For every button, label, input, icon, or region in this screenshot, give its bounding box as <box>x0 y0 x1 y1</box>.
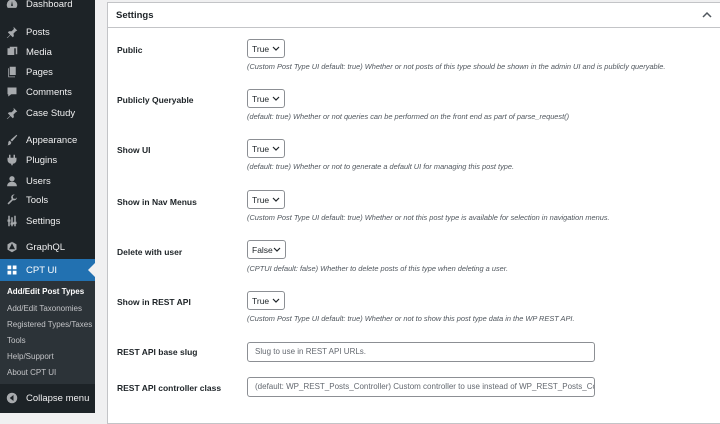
chevron-down-icon <box>272 298 280 304</box>
menu-item-label: Settings <box>26 215 61 227</box>
submenu-item-about-cpt-ui[interactable]: About CPT UI <box>7 365 56 381</box>
publicly-queryable-select-value: True <box>252 93 270 104</box>
chevron-down-icon <box>272 96 280 102</box>
show-ui-description: (default: true) Whether or not to genera… <box>247 162 515 171</box>
menu-item-label: Pages <box>26 66 53 78</box>
admin-sidebar: Dashboard Posts Media Pages Comments Cas… <box>0 0 95 413</box>
show-in-nav-menus-select-value: True <box>252 194 270 205</box>
menu-item-appearance[interactable]: Appearance <box>0 130 95 150</box>
show-ui-select[interactable]: True <box>247 139 285 158</box>
submenu-item-help-support[interactable]: Help/Support <box>7 349 54 365</box>
menu-item-label: Dashboard <box>26 0 73 10</box>
show-ui-select-value: True <box>252 143 270 154</box>
submenu-item-add-edit-taxonomies[interactable]: Add/Edit Taxonomies <box>7 301 82 317</box>
publicly-queryable-select[interactable]: True <box>247 89 285 108</box>
public-select-value: True <box>252 43 270 54</box>
cpt-ui-icon <box>5 263 19 277</box>
menu-item-dashboard[interactable]: Dashboard <box>0 0 95 14</box>
settings-sliders-icon <box>5 214 19 228</box>
show-in-rest-api-select[interactable]: True <box>247 291 285 310</box>
menu-item-cpt-ui[interactable]: CPT UI <box>0 259 95 281</box>
delete-with-user-select-value: False <box>252 244 273 255</box>
media-icon <box>5 45 19 59</box>
menu-item-graphql[interactable]: GraphQL <box>0 237 95 257</box>
users-icon <box>5 174 19 188</box>
menu-item-media[interactable]: Media <box>0 42 95 62</box>
collapse-arrow-icon <box>5 391 19 405</box>
menu-item-pages[interactable]: Pages <box>0 62 95 82</box>
dashboard-icon <box>5 0 19 11</box>
menu-item-case-study[interactable]: Case Study <box>0 103 95 123</box>
menu-item-posts[interactable]: Posts <box>0 22 95 42</box>
panel-toggle-button[interactable] <box>701 8 713 20</box>
brush-icon <box>5 133 19 147</box>
menu-item-settings[interactable]: Settings <box>0 211 95 231</box>
chevron-down-icon <box>272 46 280 52</box>
show-in-rest-api-description: (Custom Post Type UI default: true) Whet… <box>247 314 575 323</box>
pages-icon <box>5 65 19 79</box>
show-in-rest-api-select-value: True <box>252 295 270 306</box>
show-in-rest-api-label: Show in REST API <box>117 297 191 307</box>
pin-icon <box>5 25 19 39</box>
menu-item-plugins[interactable]: Plugins <box>0 150 95 170</box>
panel-header: Settings <box>108 3 720 28</box>
delete-with-user-label: Delete with user <box>117 247 183 257</box>
menu-item-comments[interactable]: Comments <box>0 82 95 102</box>
menu-item-users[interactable]: Users <box>0 171 95 191</box>
comments-icon <box>5 85 19 99</box>
public-description: (Custom Post Type UI default: true) Whet… <box>247 62 666 71</box>
graphql-icon <box>5 240 19 254</box>
collapse-menu-button[interactable]: Collapse menu <box>0 388 95 408</box>
menu-item-label: Appearance <box>26 134 78 146</box>
public-label: Public <box>117 45 143 55</box>
plugin-icon <box>5 153 19 167</box>
chevron-up-icon <box>702 11 712 18</box>
publicly-queryable-label: Publicly Queryable <box>117 95 194 105</box>
rest-api-controller-class-input[interactable]: (default: WP_REST_Posts_Controller) Cust… <box>247 377 595 397</box>
chevron-down-icon <box>272 146 280 152</box>
publicly-queryable-description: (default: true) Whether or not queries c… <box>247 112 570 121</box>
show-in-nav-menus-label: Show in Nav Menus <box>117 197 197 207</box>
menu-item-label: Posts <box>26 26 50 38</box>
collapse-menu-label: Collapse menu <box>26 392 90 404</box>
wrench-icon <box>5 193 19 207</box>
menu-item-label: Tools <box>26 194 49 206</box>
menu-item-label: Users <box>26 175 51 187</box>
rest-api-base-slug-label: REST API base slug <box>117 347 198 357</box>
delete-with-user-select[interactable]: False <box>247 240 286 259</box>
menu-item-label: CPT UI <box>26 264 57 276</box>
show-ui-label: Show UI <box>117 145 151 155</box>
current-menu-arrow <box>88 263 95 277</box>
show-in-nav-menus-description: (Custom Post Type UI default: true) Whet… <box>247 213 610 222</box>
rest-api-base-slug-input[interactable]: Slug to use in REST API URLs. <box>247 342 595 362</box>
menu-item-label: Case Study <box>26 107 76 119</box>
submenu-item-registered-types-taxes[interactable]: Registered Types/Taxes <box>7 317 92 333</box>
settings-panel: Settings Public True (Custom Post Type U… <box>107 2 720 424</box>
public-select[interactable]: True <box>247 39 285 58</box>
menu-item-label: Media <box>26 46 52 58</box>
show-in-nav-menus-select[interactable]: True <box>247 190 285 209</box>
submenu-item-add-edit-post-types[interactable]: Add/Edit Post Types <box>7 284 84 300</box>
menu-item-label: Plugins <box>26 154 58 166</box>
chevron-down-icon <box>273 247 281 253</box>
chevron-down-icon <box>272 197 280 203</box>
menu-item-label: Comments <box>26 86 72 98</box>
submenu-item-tools[interactable]: Tools <box>7 333 26 349</box>
pin-icon <box>5 106 19 120</box>
rest-api-controller-class-label: REST API controller class <box>117 383 222 393</box>
delete-with-user-description: (CPTUI default: false) Whether to delete… <box>247 264 508 273</box>
menu-item-label: GraphQL <box>26 241 66 253</box>
cpt-ui-submenu: Add/Edit Post Types Add/Edit Taxonomies … <box>0 281 95 384</box>
menu-item-tools[interactable]: Tools <box>0 190 95 210</box>
panel-title: Settings <box>116 10 154 21</box>
